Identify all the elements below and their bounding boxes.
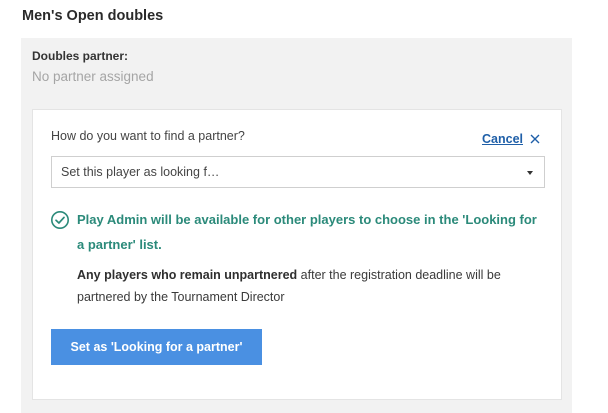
cancel-link[interactable]: Cancel: [482, 132, 523, 146]
availability-message: Play Admin will be available for other p…: [77, 212, 537, 252]
find-partner-card: How do you want to find a partner? Cance…: [32, 109, 562, 400]
doubles-partner-label: Doubles partner:: [32, 49, 129, 63]
find-partner-question: How do you want to find a partner?: [51, 129, 245, 143]
event-title: Men's Open doubles: [22, 8, 164, 24]
set-looking-for-partner-button[interactable]: Set as 'Looking for a partner': [51, 329, 262, 365]
find-method-selected-value: Set this player as looking f…: [61, 165, 220, 179]
close-icon[interactable]: [530, 134, 540, 144]
cancel-control[interactable]: Cancel: [482, 132, 540, 146]
page: Men's Open doubles Doubles partner: No p…: [0, 0, 608, 413]
check-circle-icon: [50, 210, 70, 230]
deadline-note-emphasis: Any players who remain unpartnered: [77, 268, 298, 282]
partner-panel: Doubles partner: No partner assigned How…: [21, 38, 572, 413]
deadline-note: Any players who remain unpartnered after…: [77, 264, 552, 308]
chevron-down-icon: [527, 171, 533, 175]
find-method-select[interactable]: Set this player as looking f…: [51, 156, 545, 188]
doubles-partner-value: No partner assigned: [32, 69, 154, 84]
